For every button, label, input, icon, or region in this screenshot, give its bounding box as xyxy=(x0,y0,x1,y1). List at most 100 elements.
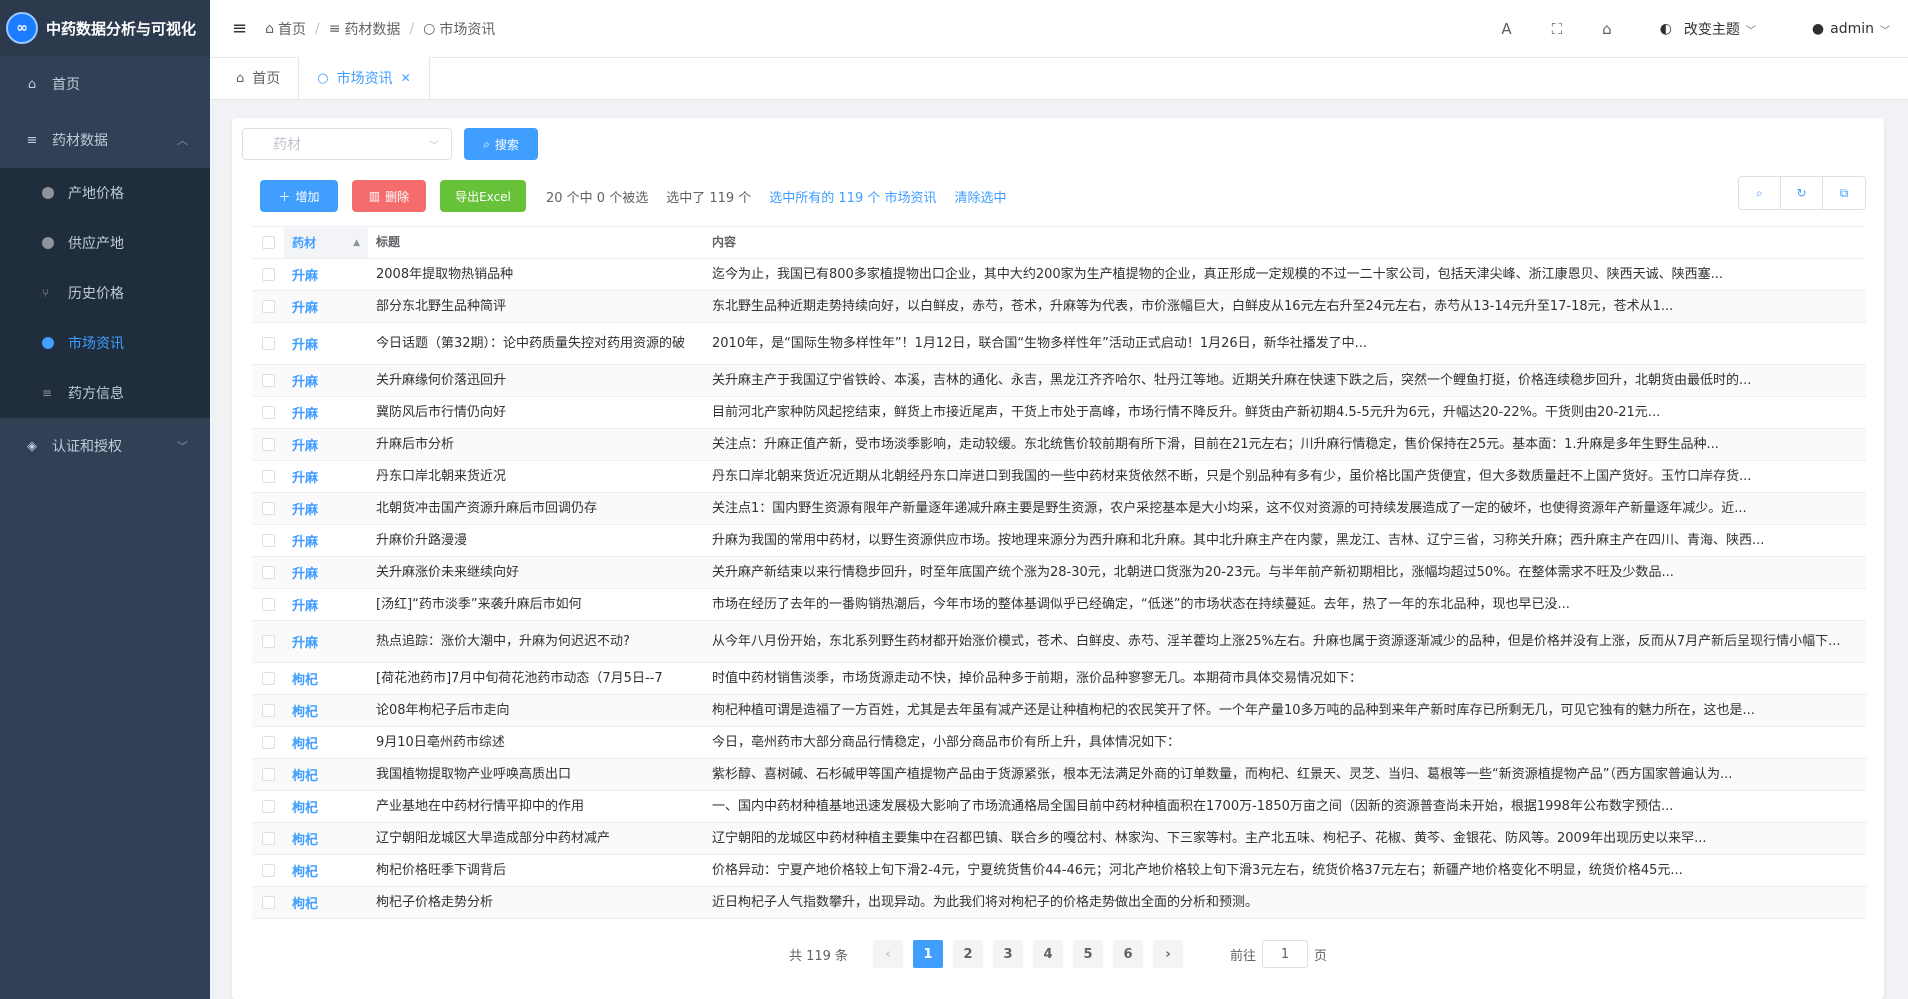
row-checkbox[interactable] xyxy=(252,566,284,579)
prev-page-button[interactable]: ‹ xyxy=(873,940,904,968)
table-row[interactable]: 升麻 升麻后市分析 关注点：升麻正值产新，受市场淡季影响，走动较缓。东北统售价较前期… xyxy=(252,429,1866,461)
sort-icon[interactable]: ▲ xyxy=(353,238,360,248)
column-header-medicine[interactable]: 药材 ▲ xyxy=(284,227,368,258)
page-button[interactable]: 6 xyxy=(1113,940,1144,968)
table-row[interactable]: 枸杞 枸杞价格旺季下调背后 价格异动：宁夏产地价格较上旬下滑2-4元，宁夏统货售价4… xyxy=(252,855,1866,887)
tag-market-news[interactable]: ○ 市场资讯 ✕ xyxy=(298,57,430,99)
medicine-link[interactable]: 枸杞 xyxy=(292,673,318,688)
row-checkbox[interactable] xyxy=(252,672,284,685)
sidebar-item-market-news[interactable]: 市场资讯 xyxy=(0,318,210,368)
page-button[interactable]: 4 xyxy=(1033,940,1064,968)
page-button[interactable]: 5 xyxy=(1073,940,1104,968)
row-checkbox[interactable] xyxy=(252,268,284,281)
medicine-link[interactable]: 枸杞 xyxy=(292,801,318,816)
row-checkbox[interactable] xyxy=(252,896,284,909)
sidebar-item-prescription[interactable]: ≡ 药方信息 xyxy=(0,368,210,418)
theme-dropdown[interactable]: ◐ 改变主题 ﹀ xyxy=(1660,19,1756,39)
select-all-checkbox[interactable] xyxy=(252,236,284,249)
table-row[interactable]: 枸杞 [荷花池药市]7月中旬荷花池药市动态（7月5日--7 时值中药材销售淡季，市场… xyxy=(252,663,1866,695)
table-row[interactable]: 升麻 关升麻涨价未来继续向好 关升麻产新结束以来行情稳步回升，时至年底国产统个涨为2… xyxy=(252,557,1866,589)
app-logo[interactable]: ∞ 中药数据分析与可视化 xyxy=(0,0,210,56)
delete-button[interactable]: ▥ 删除 xyxy=(352,180,426,212)
home-icon[interactable]: ⌂ xyxy=(1602,20,1612,38)
table-row[interactable]: 升麻 北朝货冲击国产资源升麻后市回调仍存 关注点1：国内野生资源有限年产新量逐年递减… xyxy=(252,493,1866,525)
medicine-link[interactable]: 升麻 xyxy=(292,471,318,486)
medicine-link[interactable]: 升麻 xyxy=(292,375,318,390)
font-size-icon[interactable]: A xyxy=(1501,20,1511,38)
medicine-select[interactable]: 药材 ﹀ xyxy=(242,128,452,160)
search-toggle-button[interactable]: ⌕ xyxy=(1739,177,1781,209)
fullscreen-icon[interactable]: ⛶ xyxy=(1552,20,1563,38)
medicine-link[interactable]: 升麻 xyxy=(292,301,318,316)
breadcrumb-item[interactable]: 药材数据 xyxy=(344,19,400,39)
table-row[interactable]: 升麻 部分东北野生品种简评 东北野生品种近期走势持续向好，以白鲜皮，赤芍，苍术，升麻… xyxy=(252,291,1866,323)
row-checkbox[interactable] xyxy=(252,598,284,611)
select-all-link[interactable]: 选中所有的 119 个 市场资讯 xyxy=(769,187,936,206)
medicine-link[interactable]: 升麻 xyxy=(292,269,318,284)
row-checkbox[interactable] xyxy=(252,337,284,350)
table-row[interactable]: 升麻 今日话题（第32期）：论中药质量失控对药用资源的破 2010年，是“国际生物多… xyxy=(252,323,1866,365)
medicine-link[interactable]: 枸杞 xyxy=(292,737,318,752)
medicine-link[interactable]: 枸杞 xyxy=(292,705,318,720)
medicine-link[interactable]: 枸杞 xyxy=(292,769,318,784)
tag-home[interactable]: ⌂ 首页 xyxy=(218,57,298,99)
add-button[interactable]: ＋ 增加 xyxy=(260,180,338,212)
medicine-link[interactable]: 升麻 xyxy=(292,439,318,454)
row-checkbox[interactable] xyxy=(252,300,284,313)
medicine-link[interactable]: 枸杞 xyxy=(292,865,318,880)
table-row[interactable]: 枸杞 我国植物提取物产业呼唤高质出口 紫杉醇、喜树碱、石杉碱甲等国产植提物产品由于货… xyxy=(252,759,1866,791)
table-row[interactable]: 枸杞 产业基地在中药材行情平抑中的作用 一、国内中药材种植基地迅速发展极大影响了市场… xyxy=(252,791,1866,823)
row-checkbox[interactable] xyxy=(252,470,284,483)
hamburger-icon[interactable]: ≡ xyxy=(232,18,247,39)
medicine-link[interactable]: 枸杞 xyxy=(292,897,318,912)
table-row[interactable]: 升麻 2008年提取物热销品种 迄今为止，我国已有800多家植提物出口企业，其中大约… xyxy=(252,259,1866,291)
row-checkbox[interactable] xyxy=(252,768,284,781)
row-checkbox[interactable] xyxy=(252,406,284,419)
row-checkbox[interactable] xyxy=(252,704,284,717)
sidebar-item-supply-origin[interactable]: 供应产地 xyxy=(0,218,210,268)
table-row[interactable]: 升麻 冀防风后市行情仍向好 目前河北产家种防风起挖结束，鲜货上市接近尾声，干货上市处… xyxy=(252,397,1866,429)
table-row[interactable]: 枸杞 辽宁朝阳龙城区大旱造成部分中药材减产 辽宁朝阳的龙城区中药材种植主要集中在召都… xyxy=(252,823,1866,855)
page-button[interactable]: 2 xyxy=(953,940,984,968)
table-row[interactable]: 升麻 丹东口岸北朝来货近况 丹东口岸北朝来货近况近期从北朝经丹东口岸进口到我国的一些… xyxy=(252,461,1866,493)
medicine-link[interactable]: 升麻 xyxy=(292,599,318,614)
search-button[interactable]: ⌕ 搜索 xyxy=(464,128,538,160)
table-row[interactable]: 枸杞 枸杞子价格走势分析 近日枸杞子人气指数攀升，出现异动。为此我们将对枸杞子的价格… xyxy=(252,887,1866,919)
medicine-link[interactable]: 升麻 xyxy=(292,338,318,353)
row-checkbox[interactable] xyxy=(252,635,284,648)
refresh-button[interactable]: ↻ xyxy=(1781,177,1823,209)
sidebar-item-origin-price[interactable]: 产地价格 xyxy=(0,168,210,218)
next-page-button[interactable]: › xyxy=(1153,940,1184,968)
row-checkbox[interactable] xyxy=(252,438,284,451)
sidebar-item-medicine-data[interactable]: ≡ 药材数据 ︿ xyxy=(0,112,210,168)
page-button[interactable]: 1 xyxy=(913,940,944,968)
row-checkbox[interactable] xyxy=(252,864,284,877)
row-checkbox[interactable] xyxy=(252,502,284,515)
table-row[interactable]: 枸杞 论08年枸杞子后市走向 枸杞种植可谓是造福了一方百姓，尤其是去年虽有减产还是让… xyxy=(252,695,1866,727)
row-checkbox[interactable] xyxy=(252,374,284,387)
sidebar-item-home[interactable]: ⌂ 首页 xyxy=(0,56,210,112)
table-row[interactable]: 升麻 关升麻缘何价落迅回升 关升麻主产于我国辽宁省铁岭、本溪，吉林的通化、永吉，黑龙… xyxy=(252,365,1866,397)
table-row[interactable]: 枸杞 9月10日亳州药市综述 今日，亳州药市大部分商品行情稳定，小部分商品市价有所上… xyxy=(252,727,1866,759)
medicine-link[interactable]: 升麻 xyxy=(292,636,318,651)
row-checkbox[interactable] xyxy=(252,534,284,547)
sidebar-item-history-price[interactable]: ⑂ 历史价格 xyxy=(0,268,210,318)
medicine-link[interactable]: 升麻 xyxy=(292,407,318,422)
row-checkbox[interactable] xyxy=(252,736,284,749)
medicine-link[interactable]: 升麻 xyxy=(292,503,318,518)
export-excel-button[interactable]: 导出Excel xyxy=(440,180,526,212)
goto-page-input[interactable] xyxy=(1262,940,1309,968)
table-row[interactable]: 升麻 [汤红]“药市淡季”来袭升麻后市如何 市场在经历了去年的一番购销热潮后，今年市… xyxy=(252,589,1866,621)
page-button[interactable]: 3 xyxy=(993,940,1024,968)
table-row[interactable]: 升麻 热点追踪：涨价大潮中，升麻为何迟迟不动? 从今年八月份开始，东北系列野生药材都… xyxy=(252,621,1866,663)
medicine-link[interactable]: 升麻 xyxy=(292,535,318,550)
clear-selection-link[interactable]: 清除选中 xyxy=(955,187,1007,206)
row-checkbox[interactable] xyxy=(252,800,284,813)
user-dropdown[interactable]: ● admin ﹀ xyxy=(1812,21,1890,37)
breadcrumb-item[interactable]: 首页 xyxy=(278,19,306,39)
table-row[interactable]: 升麻 升麻价升路漫漫 升麻为我国的常用中药材，以野生资源供应市场。按地理来源分为西升… xyxy=(252,525,1866,557)
row-checkbox[interactable] xyxy=(252,832,284,845)
export-button[interactable]: ⧉ xyxy=(1823,177,1865,209)
medicine-link[interactable]: 枸杞 xyxy=(292,833,318,848)
medicine-link[interactable]: 升麻 xyxy=(292,567,318,582)
